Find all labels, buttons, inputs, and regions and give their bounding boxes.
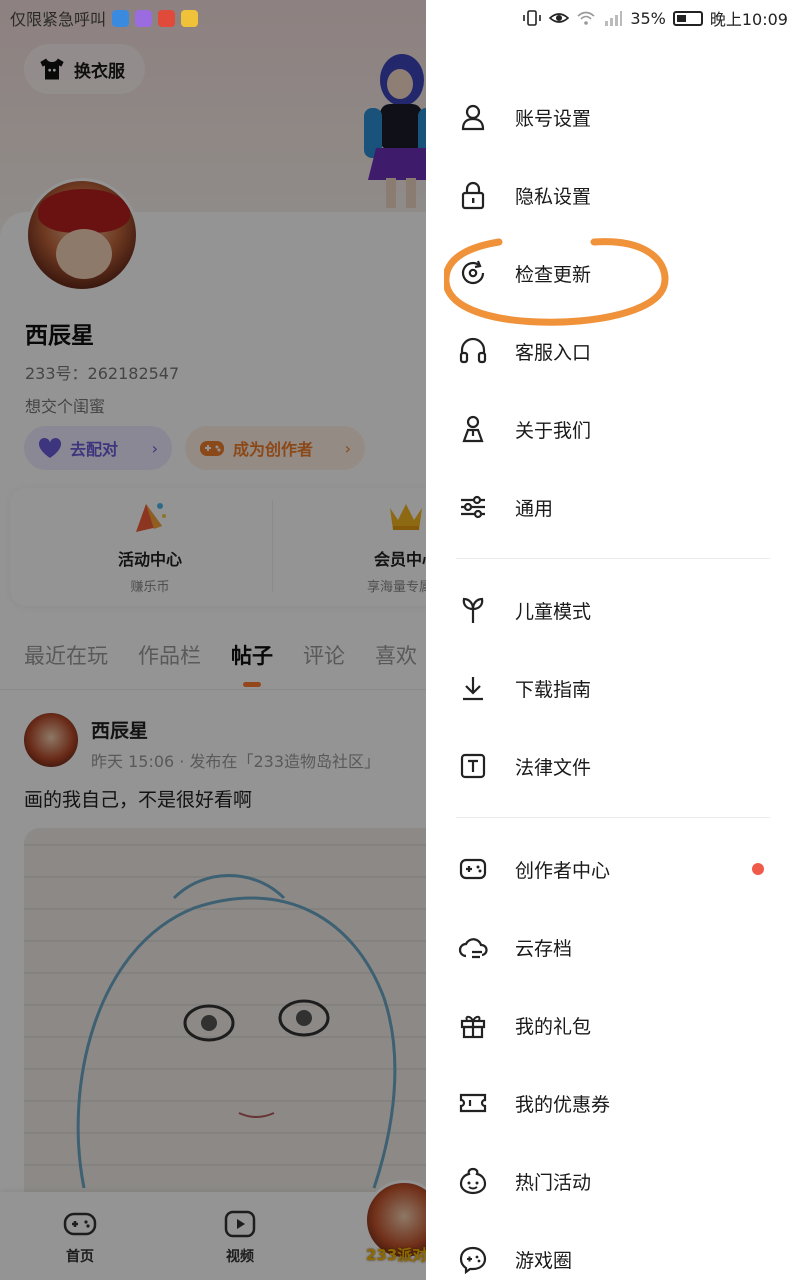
download-icon <box>463 677 483 701</box>
carrier-text: 仅限紧急呼叫 <box>10 10 107 29</box>
menu-download-guide[interactable]: 下载指南 <box>426 649 800 727</box>
sliders-icon <box>461 495 485 519</box>
menu-cloud-save[interactable]: 云存档 <box>426 908 800 986</box>
clock: 晚上10:09 <box>709 10 788 29</box>
menu-divider <box>456 817 770 818</box>
menu-label: 关于我们 <box>515 419 592 442</box>
battery-icon <box>672 10 703 26</box>
menu-my-gifts[interactable]: 我的礼包 <box>426 986 800 1064</box>
gift-icon <box>460 1015 486 1039</box>
menu-label: 创作者中心 <box>515 859 611 882</box>
game-app-icon <box>158 9 176 27</box>
menu-label: 我的礼包 <box>515 1015 592 1038</box>
refresh-icon <box>461 260 485 285</box>
menu-label: 热门活动 <box>515 1171 592 1194</box>
menu-check-update[interactable]: 检查更新 <box>426 234 800 312</box>
menu-divider <box>456 558 770 559</box>
menu-label: 下载指南 <box>515 678 592 701</box>
menu-label: 游戏圈 <box>515 1249 573 1272</box>
game-circle-icon <box>459 1246 487 1274</box>
menu-game-circle[interactable]: 游戏圈 <box>426 1220 800 1280</box>
notification-dot <box>752 863 764 875</box>
headset-icon <box>459 337 487 364</box>
settings-drawer: 账号设置 隐私设置 检查更新 客服入口 关于我们 通用 儿童模式 下载指南 法律… <box>426 0 800 1280</box>
lock-icon <box>461 181 485 210</box>
gamepad-icon <box>459 858 487 880</box>
menu-my-coupons[interactable]: 我的优惠券 <box>426 1064 800 1142</box>
ticket-icon <box>459 1093 487 1113</box>
menu-general[interactable]: 通用 <box>426 468 800 546</box>
menu-creator-center[interactable]: 创作者中心 <box>426 830 800 908</box>
music-app-icon <box>135 9 153 27</box>
user-icon <box>461 104 485 131</box>
menu-label: 客服入口 <box>515 341 592 364</box>
menu-customer-service[interactable]: 客服入口 <box>426 312 800 390</box>
sprout-icon <box>462 597 484 623</box>
status-bar-left: 仅限紧急呼叫 <box>10 6 199 30</box>
notes-app-icon <box>181 9 199 27</box>
menu-about-us[interactable]: 关于我们 <box>426 390 800 468</box>
eye-icon <box>549 13 570 23</box>
menu-privacy-settings[interactable]: 隐私设置 <box>426 156 800 234</box>
status-bar-right: 35% 晚上10:09 <box>522 6 788 30</box>
text-doc-icon <box>460 753 486 779</box>
menu-label: 云存档 <box>515 937 573 960</box>
wifi-icon <box>577 11 595 25</box>
menu-label: 我的优惠券 <box>515 1093 611 1116</box>
cloud-icon <box>458 938 488 959</box>
signal-icon <box>605 11 623 26</box>
menu-label: 账号设置 <box>515 107 592 130</box>
menu-kids-mode[interactable]: 儿童模式 <box>426 571 800 649</box>
menu-hot-events[interactable]: 热门活动 <box>426 1142 800 1220</box>
menu-legal-documents[interactable]: 法律文件 <box>426 727 800 805</box>
smile-icon <box>459 1167 487 1195</box>
menu-label: 隐私设置 <box>515 185 592 208</box>
menu-label: 通用 <box>515 497 554 520</box>
menu-account-settings[interactable]: 账号设置 <box>426 78 800 156</box>
vibrate-icon <box>523 10 542 26</box>
menu-label: 儿童模式 <box>515 600 592 623</box>
battery-percent: 35% <box>630 8 666 28</box>
about-icon <box>462 415 484 443</box>
shield-app-icon <box>112 9 130 27</box>
menu-label: 检查更新 <box>515 263 592 286</box>
menu-label: 法律文件 <box>515 756 592 779</box>
